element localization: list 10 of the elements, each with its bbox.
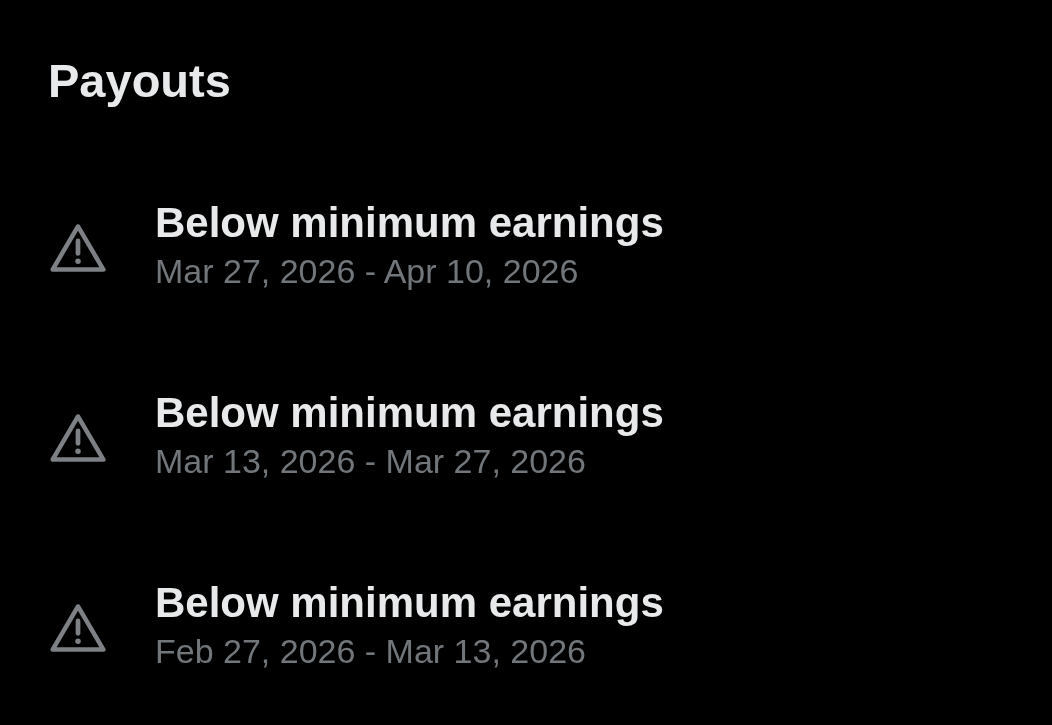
warning-icon (50, 224, 106, 272)
page-title: Payouts (48, 53, 231, 109)
payout-status: Below minimum earnings (155, 578, 664, 628)
payout-status: Below minimum earnings (155, 388, 664, 438)
payout-period: Mar 27, 2026 - Apr 10, 2026 (155, 251, 579, 292)
warning-icon (50, 604, 106, 652)
payout-period: Mar 13, 2026 - Mar 27, 2026 (155, 441, 586, 482)
payout-status: Below minimum earnings (155, 198, 664, 248)
payout-period: Feb 27, 2026 - Mar 13, 2026 (155, 631, 586, 672)
warning-icon (50, 414, 106, 462)
